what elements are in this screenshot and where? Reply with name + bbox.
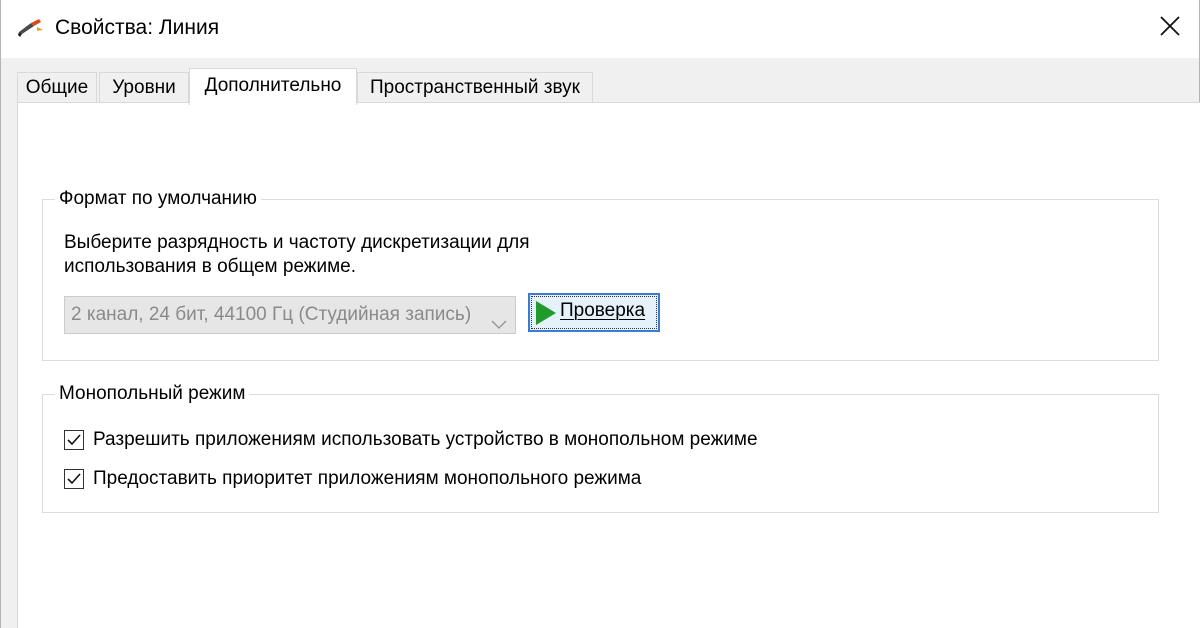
title-bar[interactable]: Свойства: Линия <box>1 0 1199 58</box>
exclusive-mode-group: Монопольный режим <box>42 382 1159 513</box>
test-button[interactable]: Проверка <box>528 293 660 332</box>
speaker-line-icon <box>17 18 45 38</box>
window-title: Свойства: Линия <box>55 16 220 39</box>
format-description-line2: использования в общем режиме. <box>64 256 357 277</box>
test-button-label: Проверка <box>560 300 646 321</box>
format-select[interactable]: 2 канал, 24 бит, 44100 Гц (Студийная зап… <box>64 296 516 334</box>
tab-label: Дополнительно <box>204 75 342 96</box>
exclusive-mode-legend: Монопольный режим <box>55 382 250 406</box>
play-icon <box>534 300 558 332</box>
tab-panel-advanced: Формат по умолчанию Выберите разрядность… <box>17 102 1200 628</box>
allow-exclusive-checkbox[interactable] <box>64 430 84 450</box>
tab-advanced[interactable]: Дополнительно <box>189 68 357 105</box>
allow-exclusive-label[interactable]: Разрешить приложениям использовать устро… <box>93 428 758 452</box>
default-format-legend: Формат по умолчанию <box>55 187 261 211</box>
properties-window: Свойства: Линия Общие Уровни Дополнитель… <box>0 0 1200 628</box>
close-icon <box>1160 15 1180 41</box>
priority-exclusive-checkbox[interactable] <box>64 469 84 489</box>
checkmark-icon <box>67 473 81 485</box>
default-format-group: Формат по умолчанию <box>42 187 1159 361</box>
format-description-line1: Выберите разрядность и частоту дискретиз… <box>64 232 530 253</box>
priority-exclusive-label[interactable]: Предоставить приоритет приложениям моноп… <box>93 467 641 491</box>
close-button[interactable] <box>1141 0 1199 56</box>
tab-label: Пространственный звук <box>369 77 580 98</box>
tab-label: Уровни <box>112 77 176 98</box>
chevron-down-icon <box>491 308 507 330</box>
checkmark-icon <box>67 434 81 446</box>
tab-general[interactable]: Общие <box>17 72 97 103</box>
tab-label: Общие <box>25 77 89 98</box>
tab-levels[interactable]: Уровни <box>99 72 189 103</box>
tab-control: Общие Уровни Дополнительно Пространствен… <box>1 58 1200 628</box>
tab-spatial-sound[interactable]: Пространственный звук <box>357 72 593 103</box>
format-select-value: 2 канал, 24 бит, 44100 Гц (Студийная зап… <box>71 304 472 325</box>
